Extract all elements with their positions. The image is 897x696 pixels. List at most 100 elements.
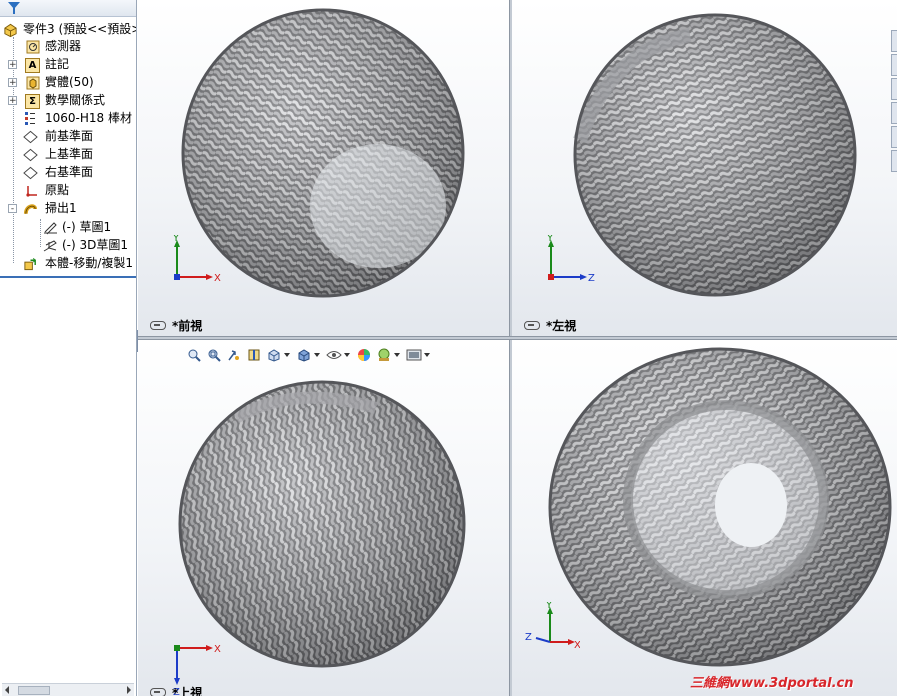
hide-show-items-icon[interactable]	[326, 347, 342, 363]
display-style-icon[interactable]	[296, 347, 312, 363]
move-copy-icon	[23, 256, 38, 271]
sensor-icon	[25, 39, 40, 54]
axis-label: X	[214, 644, 221, 655]
twisted-wire-sphere-top	[178, 380, 466, 668]
heads-up-view-toolbar	[186, 345, 432, 365]
tree-item-label: (-) 3D草圖1	[62, 238, 129, 252]
view-orientation-icon[interactable]	[266, 347, 282, 363]
scroll-left-icon[interactable]	[5, 686, 9, 694]
tree-item-label: 上基準面	[45, 147, 94, 161]
previous-view-icon[interactable]	[226, 347, 242, 363]
tree-item-label: 數學關係式	[45, 93, 106, 107]
tree-item-right-plane[interactable]: 右基準面	[0, 164, 136, 181]
tree-item-label: 感測器	[45, 39, 82, 53]
viewport-vertical-splitter[interactable]	[509, 0, 512, 696]
viewport-isometric[interactable]: Y Z X	[512, 340, 897, 696]
scroll-thumb[interactable]	[18, 686, 50, 695]
tree-item-label: 右基準面	[45, 165, 94, 179]
link-views-icon[interactable]	[150, 688, 166, 696]
viewport-front[interactable]: Y X *前視	[138, 0, 509, 336]
task-pane-tab[interactable]	[891, 54, 897, 76]
axis-label: Z	[588, 273, 595, 283]
collapse-toggle[interactable]: -	[8, 204, 17, 214]
equations-icon: Σ	[25, 94, 40, 109]
tree-item-label: 1060-H18 棒材 (	[45, 111, 137, 125]
dropdown-arrow-icon[interactable]	[424, 353, 430, 357]
tree-item-label: 掃出1	[45, 201, 77, 215]
funnel-icon[interactable]	[8, 2, 20, 14]
tree-item-label: 實體(50)	[45, 75, 94, 89]
dropdown-arrow-icon[interactable]	[284, 353, 290, 357]
viewport-top[interactable]: X Z *上視	[138, 340, 509, 696]
tree-item-move-copy[interactable]: 本體-移動/複製1	[0, 255, 136, 272]
axis-triad: Y X	[172, 235, 221, 283]
tree-item-solid-bodies[interactable]: + 實體(50)	[0, 74, 136, 91]
scroll-right-icon[interactable]	[127, 686, 131, 694]
zoom-to-area-icon[interactable]	[206, 347, 222, 363]
twisted-wire-sphere-left	[573, 13, 857, 297]
sweep-icon	[23, 201, 38, 216]
zoom-to-fit-icon[interactable]	[186, 347, 202, 363]
task-pane-tab[interactable]	[891, 30, 897, 52]
tree-horizontal-scrollbar[interactable]	[2, 683, 134, 696]
annotation-icon: A	[25, 58, 40, 73]
part-label: 零件3 (預設<<預設>	[23, 22, 137, 36]
watermark: 三維網www.3dportal.cn	[690, 676, 854, 691]
tree-filter-bar[interactable]	[0, 0, 136, 17]
feature-manager-tree: 零件3 (預設<<預設> 感測器 + A 註記 + 實體(50) + Σ 數學關…	[0, 0, 137, 696]
axis-label: Y	[172, 235, 180, 244]
tree-item-top-plane[interactable]: 上基準面	[0, 146, 136, 163]
tree-item-annotations[interactable]: + A 註記	[0, 56, 136, 73]
task-pane-tabs[interactable]	[891, 30, 897, 200]
tree-item-label: (-) 草圖1	[62, 220, 112, 234]
tree-item-part[interactable]: 零件3 (預設<<預設>	[0, 21, 136, 38]
task-pane-tab[interactable]	[891, 78, 897, 100]
expand-toggle[interactable]: +	[8, 96, 17, 106]
tree-item-front-plane[interactable]: 前基準面	[0, 128, 136, 145]
sketch-icon	[43, 220, 58, 235]
dropdown-arrow-icon[interactable]	[344, 353, 350, 357]
task-pane-tab[interactable]	[891, 150, 897, 172]
tree-item-origin[interactable]: 原點	[0, 182, 136, 199]
section-view-icon[interactable]	[246, 347, 262, 363]
tree-item-3d-sketch1[interactable]: (-) 3D草圖1	[0, 237, 136, 254]
task-pane-tab[interactable]	[891, 102, 897, 124]
tree-item-label: 本體-移動/複製1	[45, 256, 134, 270]
viewport-label-front[interactable]: *前視	[150, 318, 202, 334]
axis-triad: Y Z X	[525, 602, 580, 651]
tree-item-material[interactable]: 1060-H18 棒材 (	[0, 110, 136, 127]
axis-label: Y	[546, 235, 554, 244]
3d-sketch-icon	[43, 238, 58, 253]
axis-label: X	[214, 273, 221, 283]
tree-item-label: 前基準面	[45, 129, 94, 143]
twisted-wire-torus-iso	[548, 347, 892, 667]
viewport-left[interactable]: Y Z *左視	[512, 0, 897, 336]
material-icon	[22, 111, 37, 126]
tree-item-sensors[interactable]: 感測器	[0, 38, 136, 55]
view-settings-icon[interactable]	[406, 347, 422, 363]
viewport-label-left[interactable]: *左視	[524, 318, 576, 334]
viewport-label-top[interactable]: *上視	[150, 685, 202, 696]
link-views-icon[interactable]	[150, 321, 166, 330]
apply-scene-icon[interactable]	[376, 347, 392, 363]
tree-rollback-bar[interactable]	[0, 276, 136, 278]
tree-item-equations[interactable]: + Σ 數學關係式	[0, 92, 136, 109]
tree-item-label: 原點	[45, 183, 70, 197]
plane-icon	[23, 129, 38, 144]
edit-appearance-icon[interactable]	[356, 347, 372, 363]
expand-toggle[interactable]: +	[8, 60, 17, 70]
tree-item-sweep[interactable]: - 掃出1	[0, 200, 136, 217]
viewport-horizontal-splitter[interactable]	[138, 336, 897, 340]
task-pane-tab[interactable]	[891, 126, 897, 148]
dropdown-arrow-icon[interactable]	[314, 353, 320, 357]
axis-label: Y	[545, 602, 553, 611]
axis-label: Z	[525, 632, 532, 643]
plane-icon	[23, 147, 38, 162]
solid-bodies-icon	[25, 75, 40, 90]
expand-toggle[interactable]: +	[8, 78, 17, 88]
link-views-icon[interactable]	[524, 321, 540, 330]
dropdown-arrow-icon[interactable]	[394, 353, 400, 357]
axis-label: X	[574, 640, 580, 651]
tree-item-sketch1[interactable]: (-) 草圖1	[0, 219, 136, 236]
tree-item-label: 註記	[45, 57, 70, 71]
